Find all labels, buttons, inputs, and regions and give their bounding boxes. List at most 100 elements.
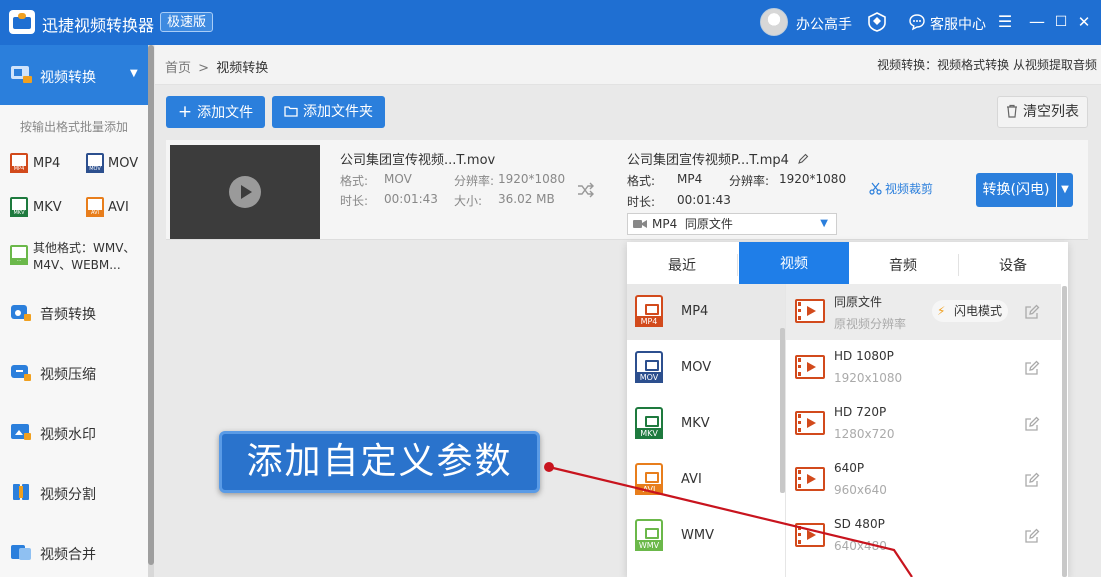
format-list: MP4 MP4 MOV MOV MKV MKV AVI AVI WMV WMV xyxy=(627,284,785,577)
sidebar-item-video-watermark[interactable]: 视频水印 xyxy=(0,413,150,453)
close-icon[interactable]: ✕ xyxy=(1072,9,1096,35)
chevron-down-icon[interactable]: ▼ xyxy=(130,68,138,79)
preset-name: HD 1080P xyxy=(834,349,894,363)
video-split-icon xyxy=(13,484,29,500)
mov-file-icon: MOV xyxy=(635,351,663,383)
format-name: MOV xyxy=(681,360,712,375)
breadcrumb-home[interactable]: 首页 xyxy=(165,61,191,76)
sidebar-item-video-compress[interactable]: 视频压缩 xyxy=(0,353,150,393)
title-bar: 迅捷视频转换器 极速版 办公高手 客服中心 ☰ — ☐ ✕ xyxy=(0,0,1101,45)
clear-list-button[interactable]: 清空列表 xyxy=(997,96,1088,128)
user-name[interactable]: 办公高手 xyxy=(796,14,852,34)
trash-icon xyxy=(1007,104,1017,118)
feature-description: 视频转换：视频格式转换 从视频提取音频 xyxy=(877,58,1097,72)
convert-button[interactable]: 转换(闪电) xyxy=(976,173,1056,207)
annotation-callout: 添加自定义参数 xyxy=(219,431,540,493)
file-row[interactable]: 公司集团宣传视频...T.mov 格式: MOV 分辨率: 1920*1080 … xyxy=(166,140,1088,240)
add-file-button[interactable]: + 添加文件 xyxy=(166,96,265,128)
tab-video[interactable]: 视频 xyxy=(739,242,849,284)
chat-icon[interactable] xyxy=(908,13,926,31)
app-window: 迅捷视频转换器 极速版 办公高手 客服中心 ☰ — ☐ ✕ 视频转换 ▼ 按输出… xyxy=(0,0,1101,577)
sidebar-item-label: 视频合并 xyxy=(40,547,96,563)
format-item-avi[interactable]: AVI AVI xyxy=(627,452,785,508)
sidebar-item-video-split[interactable]: 视频分割 xyxy=(0,473,150,513)
video-merge-icon xyxy=(11,545,31,560)
edit-icon[interactable] xyxy=(1024,416,1040,432)
menu-icon[interactable]: ☰ xyxy=(993,9,1017,35)
tab-audio[interactable]: 音频 xyxy=(848,242,958,284)
format-item-mp4[interactable]: MP4 MP4 xyxy=(627,284,785,340)
output-format-label: 格式: xyxy=(627,174,656,188)
sidebar-item-video-convert[interactable]: 视频转换 ▼ xyxy=(0,45,150,105)
format-name: AVI xyxy=(681,472,702,487)
sidebar-item-label: 视频转换 xyxy=(40,70,96,86)
add-file-label: 添加文件 xyxy=(197,105,254,121)
video-crop-link[interactable]: 视频裁剪 xyxy=(869,180,933,197)
mov-file-icon: MOV xyxy=(86,153,104,173)
other-formats-line: 其他格式：WMV、 xyxy=(33,241,136,255)
sidebar-item-label: 视频分割 xyxy=(40,487,96,503)
preset-name: HD 720P xyxy=(834,405,887,419)
sidebar-scrollbar-thumb[interactable] xyxy=(148,45,154,565)
minimize-icon[interactable]: — xyxy=(1025,9,1049,35)
output-format-value: MP4 同原文件 xyxy=(652,217,733,231)
folder-icon xyxy=(284,106,298,117)
format-name: WMV xyxy=(681,528,714,543)
sidebar-item-video-merge[interactable]: 视频合并 xyxy=(0,533,150,573)
source-file-name: 公司集团宣传视频...T.mov xyxy=(340,153,496,168)
mkv-file-icon: MKV xyxy=(635,407,663,439)
add-folder-label: 添加文件夹 xyxy=(303,104,373,120)
output-resolution-label: 分辨率: xyxy=(729,174,770,188)
avi-file-icon: AVI xyxy=(635,463,663,495)
video-thumbnail[interactable] xyxy=(170,145,320,239)
sidebar: 视频转换 ▼ 按输出格式批量添加 MP4 MP4 MOV MOV MKV MKV… xyxy=(0,45,150,577)
edit-icon[interactable] xyxy=(1024,304,1040,320)
format-item-mkv[interactable]: MKV MKV xyxy=(627,396,785,452)
edit-icon[interactable] xyxy=(1024,528,1040,544)
play-icon[interactable] xyxy=(229,176,261,208)
format-name: MKV xyxy=(681,416,710,431)
preset-item-640p[interactable]: 640P 960x640 xyxy=(786,452,1061,508)
add-folder-button[interactable]: 添加文件夹 xyxy=(272,96,385,128)
preset-item-hd-720p[interactable]: HD 720P 1280x720 xyxy=(786,396,1061,452)
edit-icon[interactable] xyxy=(1024,360,1040,376)
preset-item-sd-480p[interactable]: SD 480P 640x480 xyxy=(786,508,1061,564)
preset-item-original[interactable]: 同原文件 原视频分辨率 闪电模式 xyxy=(786,284,1061,340)
sidebar-item-audio-convert[interactable]: 音频转换 xyxy=(0,293,150,333)
other-file-icon: ··· xyxy=(10,245,28,265)
tab-recent[interactable]: 最近 xyxy=(627,242,737,284)
breadcrumb-current: 视频转换 xyxy=(216,61,269,76)
flash-mode-badge: 闪电模式 xyxy=(932,300,1009,322)
preset-resolution: 1280x720 xyxy=(834,427,895,441)
tab-device[interactable]: 设备 xyxy=(958,242,1068,284)
format-item-wmv[interactable]: WMV WMV xyxy=(627,508,785,564)
source-duration: 00:01:43 xyxy=(384,192,438,206)
output-file-name: 公司集团宣传视频P...T.mp4 xyxy=(627,153,789,168)
edition-badge: 极速版 xyxy=(160,12,214,32)
film-icon xyxy=(795,523,825,547)
avi-file-icon: AVI xyxy=(86,197,104,217)
service-center-link[interactable]: 客服中心 xyxy=(930,14,986,34)
format-item-mov[interactable]: MOV MOV xyxy=(627,340,785,396)
preset-resolution: 原视频分辨率 xyxy=(834,317,907,331)
preset-name: 640P xyxy=(834,461,865,475)
format-label: AVI xyxy=(108,200,129,215)
format-label: MOV xyxy=(108,156,139,171)
preset-name: 同原文件 xyxy=(834,295,883,309)
vip-shield-icon[interactable] xyxy=(868,12,886,32)
output-duration: 00:01:43 xyxy=(677,193,731,207)
preset-item-hd-1080p[interactable]: HD 1080P 1920x1080 xyxy=(786,340,1061,396)
output-format-select[interactable]: MP4 同原文件 ▼ xyxy=(627,213,837,235)
edit-icon[interactable] xyxy=(1024,472,1040,488)
source-format: MOV xyxy=(384,172,412,186)
app-logo-icon xyxy=(9,10,35,34)
avatar[interactable] xyxy=(760,8,788,36)
other-formats-line: M4V、WEBM... xyxy=(33,258,121,272)
pencil-icon[interactable] xyxy=(797,153,809,165)
maximize-icon[interactable]: ☐ xyxy=(1049,9,1073,35)
convert-options-chevron-icon[interactable]: ▼ xyxy=(1057,173,1073,207)
source-format-label: 格式: xyxy=(340,174,369,188)
source-size: 36.02 MB xyxy=(498,192,555,206)
video-crop-label: 视频裁剪 xyxy=(885,182,934,196)
preset-list-scrollbar[interactable] xyxy=(1062,286,1067,577)
